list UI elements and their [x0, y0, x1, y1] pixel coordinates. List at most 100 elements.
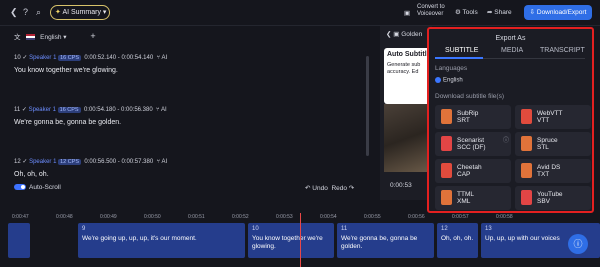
format-ext: SCC (DF): [457, 144, 486, 151]
block-number: 9: [82, 226, 86, 232]
ai-rewrite-button[interactable]: AI: [161, 107, 167, 113]
start-time[interactable]: 0:00:56.500: [84, 159, 116, 165]
start-time[interactable]: 0:00:54.180: [84, 107, 116, 113]
ruler-tick: 0:00:58: [496, 214, 513, 220]
format-srt-button[interactable]: SubRip SRT: [435, 105, 511, 129]
back-chevron-icon[interactable]: ❮: [10, 7, 18, 18]
video-tab[interactable]: ❮ ▣ Golden: [386, 30, 422, 38]
timeline-block[interactable]: 10 You know together we're glowing.: [248, 223, 334, 258]
end-time[interactable]: 0:00:57.380: [121, 159, 153, 165]
split-icon[interactable]: ⑂: [157, 159, 161, 165]
timeline-block[interactable]: 12 Oh, oh, oh.: [437, 223, 478, 258]
convert-label-1: Convert to: [417, 4, 445, 10]
ruler-tick: 0:00:48: [56, 214, 73, 220]
add-icon[interactable]: +: [90, 31, 95, 41]
export-panel: Export As SUBTITLE MEDIA TRANSCRIPT Lang…: [427, 27, 594, 213]
file-icon: [441, 163, 452, 178]
format-ext: TXT: [537, 171, 550, 178]
scrollbar[interactable]: [366, 56, 369, 156]
format-name: TTML: [457, 191, 474, 198]
video-card-title: Auto Subtitl: [387, 51, 427, 58]
timeline-block[interactable]: 9 We're going up, up, up, it's our moment…: [78, 223, 245, 258]
subtitle-editor: 文 English ▾ + 10 ✓ Speaker 1 16 CPS 0:00…: [0, 26, 374, 201]
start-time[interactable]: 0:00:52.140: [84, 55, 116, 61]
download-export-button[interactable]: ⇩ Download/Export: [524, 5, 592, 20]
ruler-tick: 0:00:50: [144, 214, 161, 220]
help-chat-icon[interactable]: ⓘ: [568, 234, 588, 254]
playhead[interactable]: [300, 213, 301, 267]
format-label: TTML XML: [457, 191, 474, 205]
format-label: Cheetah CAP: [457, 164, 482, 178]
undo-label: Undo: [312, 185, 328, 192]
undo-button[interactable]: ↶ Undo: [305, 185, 328, 192]
ai-summary-button[interactable]: ✦ AI Summary ▾: [50, 5, 110, 20]
download-icon: ⇩: [529, 9, 537, 16]
format-cap-button[interactable]: Cheetah CAP: [435, 159, 511, 183]
segment-index: 12: [14, 159, 21, 165]
format-sbv-button[interactable]: YouTube SBV: [515, 186, 591, 210]
block-text: Oh, oh, oh.: [441, 235, 474, 242]
segment-text[interactable]: You know together we're glowing.: [14, 67, 369, 74]
ai-rewrite-button[interactable]: AI: [161, 159, 167, 165]
format-stl-button[interactable]: Spruce STL: [515, 132, 591, 156]
ruler-tick: 0:00:54: [320, 214, 337, 220]
split-icon[interactable]: ⑂: [156, 107, 160, 113]
ai-rewrite-button[interactable]: AI: [161, 55, 167, 61]
format-xml-button[interactable]: TTML XML: [435, 186, 511, 210]
file-icon: [441, 136, 452, 151]
video-camera-icon[interactable]: ▣: [404, 9, 410, 17]
translate-icon: 文: [14, 34, 21, 41]
language-checkbox[interactable]: English: [435, 77, 463, 84]
tab-subtitle[interactable]: SUBTITLE: [445, 47, 478, 54]
timeline-block[interactable]: 11 We're gonna be, gonna be golden.: [337, 223, 434, 258]
tab-transcript[interactable]: TRANSCRIPT: [540, 47, 585, 54]
check-icon[interactable]: [435, 77, 441, 83]
format-name: WebVTT: [537, 110, 563, 117]
share-button[interactable]: ➦ Share: [487, 8, 512, 16]
segment-text[interactable]: We're gonna be, gonna be golden.: [14, 119, 369, 126]
video-card-sub-1: Generate sub: [387, 62, 421, 68]
speaker-label[interactable]: Speaker 1: [29, 55, 56, 61]
tab-media[interactable]: MEDIA: [501, 47, 523, 54]
format-scc-button[interactable]: Scenarist SCC (DF) ⓘ: [435, 132, 511, 156]
block-text: You know together we're glowing.: [252, 235, 323, 250]
format-name: Spruce: [537, 137, 558, 144]
block-number: 13: [485, 226, 492, 232]
format-txt-button[interactable]: Avid DS TXT: [515, 159, 591, 183]
split-icon[interactable]: ⑂: [157, 55, 161, 61]
end-time[interactable]: 0:00:56.380: [121, 107, 153, 113]
format-vtt-button[interactable]: WebVTT VTT: [515, 105, 591, 129]
format-label: Avid DS TXT: [537, 164, 560, 178]
file-icon: [441, 190, 452, 205]
block-number: 12: [441, 226, 448, 232]
ruler-tick: 0:00:53: [276, 214, 293, 220]
info-icon[interactable]: ⓘ: [503, 135, 509, 144]
toggle-switch[interactable]: [14, 184, 26, 191]
segment-row[interactable]: 11 ✓ Speaker 1 16 CPS 0:00:54.180 - 0:00…: [14, 106, 369, 126]
speaker-label[interactable]: Speaker 1: [29, 159, 56, 165]
us-flag-icon: [26, 34, 36, 41]
video-frame[interactable]: [384, 104, 432, 172]
segment-text[interactable]: Oh, oh, oh.: [14, 171, 369, 178]
search-icon[interactable]: ⌕: [36, 7, 41, 18]
language-selector[interactable]: 文 English ▾ +: [14, 31, 96, 41]
segment-row[interactable]: 12 ✓ Speaker 1 12 CPS 0:00:56.500 - 0:00…: [14, 158, 369, 178]
segment-header: 11 ✓ Speaker 1 16 CPS 0:00:54.180 - 0:00…: [14, 107, 167, 113]
auto-scroll-toggle[interactable]: Auto-Scroll: [14, 184, 61, 191]
format-label: YouTube SBV: [537, 191, 563, 205]
block-number: 11: [341, 226, 348, 232]
speaker-label[interactable]: Speaker 1: [29, 107, 56, 113]
convert-to-voiceover-button[interactable]: Convert to Voiceover: [417, 4, 445, 18]
segment-header: 12 ✓ Speaker 1 12 CPS 0:00:56.500 - 0:00…: [14, 159, 168, 165]
cps-badge: 16 CPS: [58, 55, 82, 61]
help-icon[interactable]: ?: [23, 7, 28, 17]
segment-row[interactable]: 10 ✓ Speaker 1 16 CPS 0:00:52.140 - 0:00…: [14, 54, 369, 74]
tools-button[interactable]: ⚙ Tools: [455, 8, 478, 16]
timeline-block[interactable]: [8, 223, 30, 258]
redo-button[interactable]: Redo ↷: [331, 185, 354, 192]
video-tab-label: Golden: [401, 31, 423, 38]
tools-label: Tools: [462, 9, 478, 16]
end-time[interactable]: 0:00:54.140: [121, 55, 153, 61]
collapse-icon[interactable]: ❮: [386, 31, 391, 38]
format-ext: STL: [537, 144, 549, 151]
